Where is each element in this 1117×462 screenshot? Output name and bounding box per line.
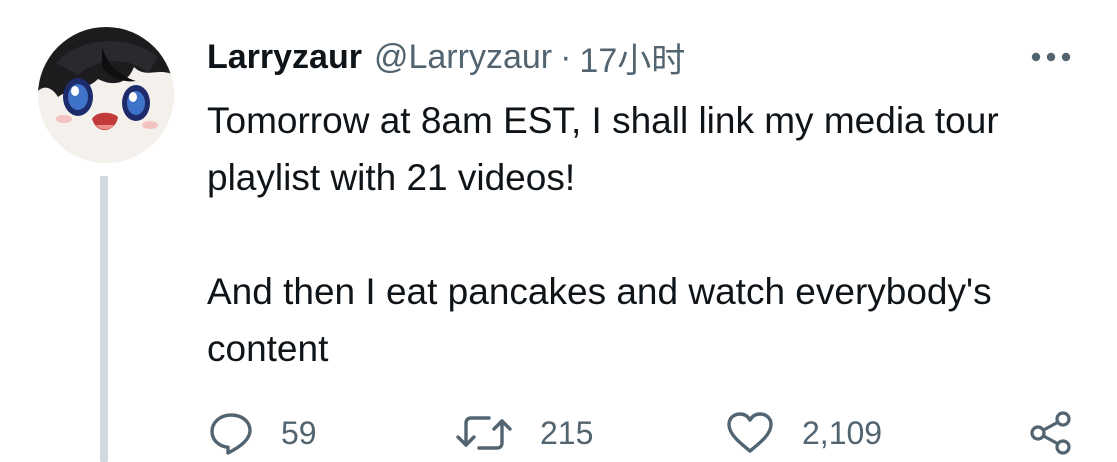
like-button[interactable]: 2,109 <box>725 405 882 461</box>
avatar[interactable] <box>38 27 174 163</box>
timestamp[interactable]: 17小时 <box>579 33 685 82</box>
tweet-paragraph: Tomorrow at 8am EST, I shall link my med… <box>207 100 999 198</box>
tweet-text: Tomorrow at 8am EST, I shall link my med… <box>207 92 1087 377</box>
avatar-image <box>38 27 174 163</box>
action-bar: 59 215 2,109 <box>0 405 1117 461</box>
tweet-paragraph: And then I eat pancakes and watch everyb… <box>207 271 992 369</box>
reply-icon <box>210 413 252 455</box>
like-count: 2,109 <box>802 414 883 451</box>
retweet-icon <box>456 416 512 450</box>
separator-dot: · <box>560 37 572 76</box>
tweet: Larryzaur @Larryzaur · 17小时 Tomorrow at … <box>0 0 1117 462</box>
share-icon <box>1030 411 1071 455</box>
share-button[interactable] <box>1026 405 1074 461</box>
retweet-count: 215 <box>540 414 594 451</box>
reply-count: 59 <box>281 414 317 451</box>
display-name[interactable]: Larryzaur <box>207 38 362 77</box>
more-icon <box>1031 52 1071 62</box>
more-options-button[interactable] <box>1026 40 1076 74</box>
heart-icon <box>727 412 773 453</box>
tweet-header: Larryzaur @Larryzaur · 17小时 <box>207 34 685 80</box>
reply-button[interactable]: 59 <box>208 405 317 461</box>
retweet-button[interactable]: 215 <box>455 405 593 461</box>
user-handle[interactable]: @Larryzaur <box>374 38 552 77</box>
